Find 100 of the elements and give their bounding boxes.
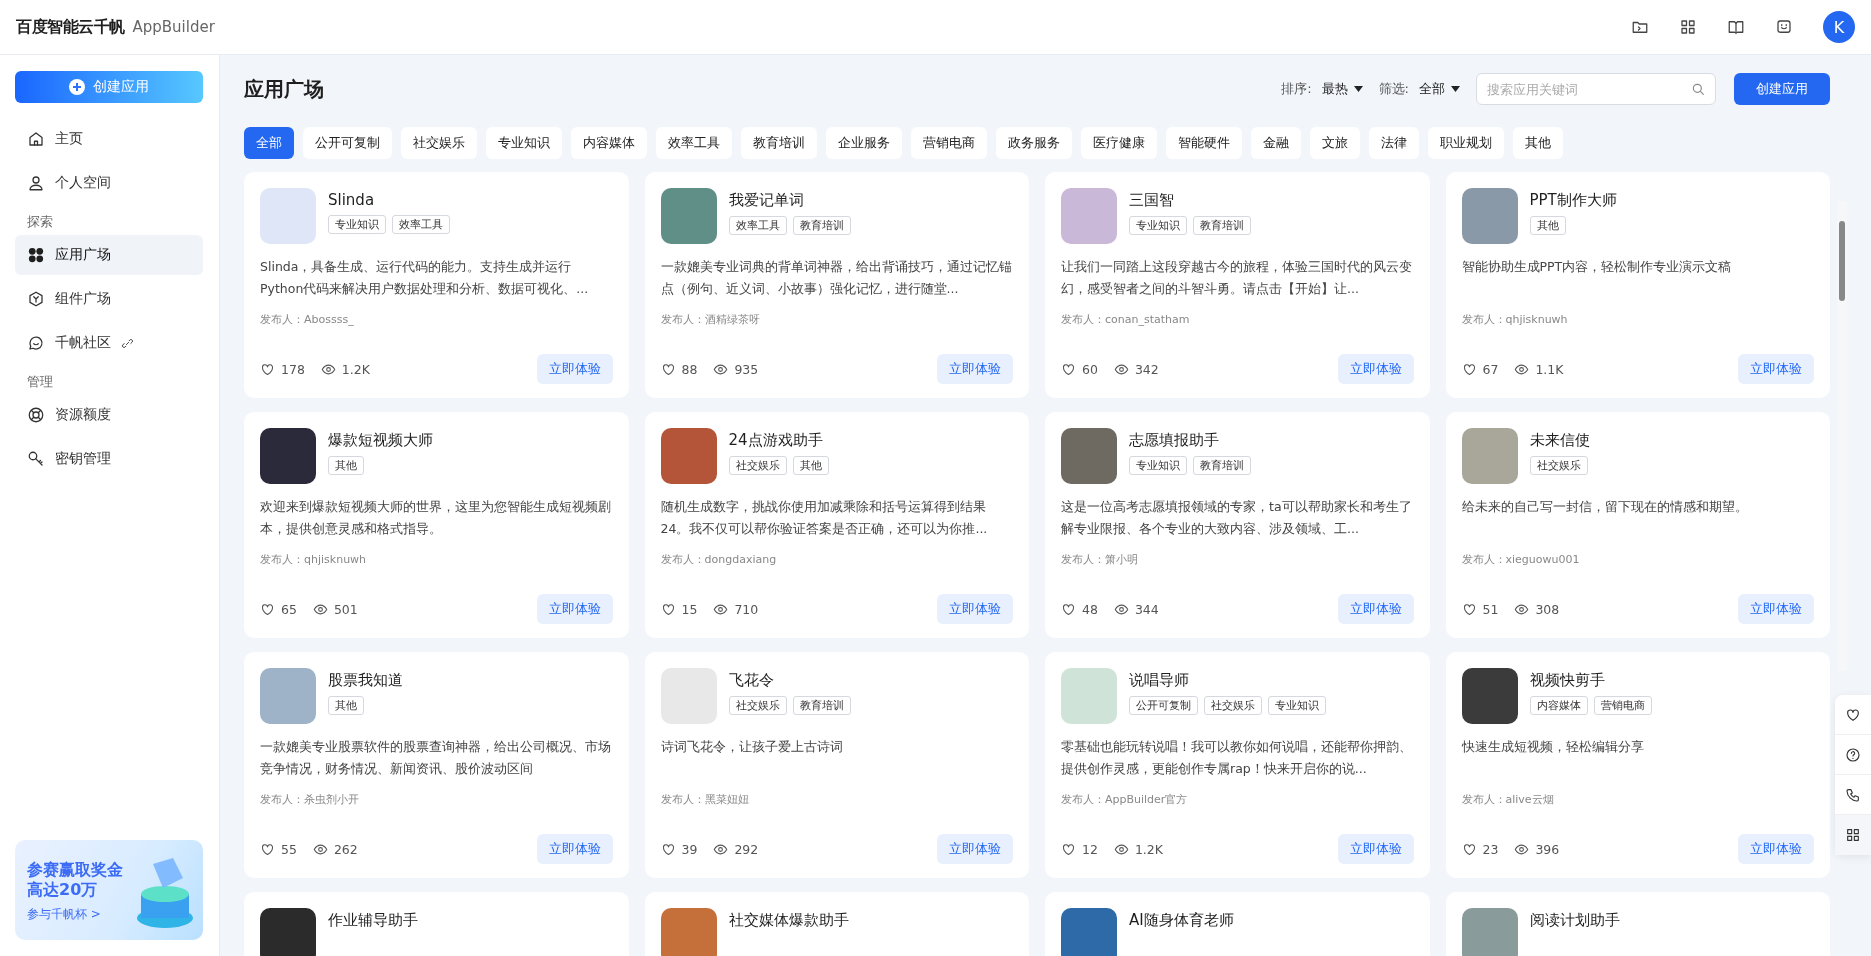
plus-icon bbox=[69, 79, 85, 95]
nav-item[interactable]: 千帆社区 bbox=[15, 323, 203, 363]
nav-item[interactable]: 组件广场 bbox=[15, 279, 203, 319]
app-thumbnail-placeholder bbox=[660, 188, 717, 244]
app-description: 这是一位高考志愿填报领域的专家，ta可以帮助家长和考生了解专业限报、各个专业的大致内容、涉及领域、工... bbox=[1061, 498, 1413, 538]
try-now-button[interactable]: 立即体验 bbox=[937, 354, 1013, 384]
category-tab[interactable]: 专业知识 bbox=[486, 127, 562, 159]
app-description: 智能协助生成PPT内容，轻松制作专业演示文稿 bbox=[1461, 258, 1733, 276]
try-now-button[interactable]: 立即体验 bbox=[1337, 594, 1414, 624]
try-now-button[interactable]: 立即体验 bbox=[1738, 834, 1814, 864]
category-tag: 专业知识 bbox=[1129, 216, 1187, 235]
category-tab[interactable]: 公开可复制 bbox=[303, 127, 392, 159]
app-thumbnail-placeholder bbox=[1061, 188, 1117, 244]
heart-icon bbox=[1061, 361, 1076, 377]
try-now-button[interactable]: 立即体验 bbox=[937, 834, 1013, 864]
category-tab[interactable]: 营销电商 bbox=[911, 127, 987, 159]
app-description: Slinda，具备生成、运行代码的能力。支持生成并运行Python代码来解决用户数据处理和分析、数据可视化、... bbox=[260, 258, 590, 298]
category-tab[interactable]: 其他 bbox=[1513, 127, 1563, 159]
nav-item[interactable]: 资源额度 bbox=[15, 395, 203, 435]
category-tab[interactable]: 法律 bbox=[1369, 127, 1419, 159]
category-tab[interactable]: 金融 bbox=[1251, 127, 1301, 159]
app-thumbnail-placeholder bbox=[260, 668, 316, 724]
search-field[interactable]: 搜索应用关键词 bbox=[1476, 73, 1716, 105]
category-tab[interactable]: 内容媒体 bbox=[571, 127, 647, 159]
lifebuoy-icon bbox=[27, 406, 45, 424]
category-tab[interactable]: 智能硬件 bbox=[1166, 127, 1242, 159]
heart-icon bbox=[1061, 601, 1076, 617]
nav-item[interactable]: 个人空间 bbox=[15, 163, 203, 203]
app-card[interactable]: 社交媒体爆款助手 bbox=[644, 892, 1029, 956]
category-tab[interactable]: 效率工具 bbox=[656, 127, 732, 159]
create-app-button[interactable]: 创建应用 bbox=[1734, 73, 1830, 105]
publisher-text: 发布人：黑菜妞妞 bbox=[660, 792, 750, 807]
like-count: 12 bbox=[1082, 841, 1098, 857]
app-card[interactable]: 视频快剪手 内容媒体 营销电商 快速生成短视频，轻松编辑分享 发布人：alive云烟 23 396 立即体验 bbox=[1445, 652, 1830, 878]
app-title: 社交媒体爆款助手 bbox=[728, 911, 849, 930]
brand-logo[interactable]: 百度智能云千帆 bbox=[16, 16, 125, 38]
category-tab[interactable]: 社交娱乐 bbox=[401, 127, 477, 159]
publisher-text: 发布人：conan_statham bbox=[1061, 312, 1191, 327]
nav-item[interactable]: 密钥管理 bbox=[15, 439, 203, 479]
category-tab[interactable]: 医疗健康 bbox=[1081, 127, 1157, 159]
category-tab[interactable]: 教育培训 bbox=[741, 127, 817, 159]
app-thumbnail-placeholder bbox=[1061, 428, 1117, 484]
scrollbar-thumb[interactable] bbox=[1839, 221, 1845, 301]
try-now-button[interactable]: 立即体验 bbox=[1738, 594, 1814, 624]
nav-item[interactable]: 应用广场 bbox=[15, 235, 203, 275]
publisher-text: 发布人：AppBuilder官方 bbox=[1061, 792, 1189, 807]
app-card[interactable]: 阅读计划助手 bbox=[1445, 892, 1830, 956]
promo-link[interactable]: 参与千帆杯 > bbox=[27, 906, 101, 923]
try-now-button[interactable]: 立即体验 bbox=[1337, 834, 1414, 864]
app-description: 欢迎来到爆款短视频大师的世界，这里为您智能生成短视频剧本，提供创意灵感和格式指导。 bbox=[260, 498, 612, 538]
try-now-button[interactable]: 立即体验 bbox=[536, 354, 613, 384]
promo-headline: 参赛赢取奖金 bbox=[27, 860, 124, 880]
eye-icon bbox=[312, 601, 328, 617]
view-count: 342 bbox=[1134, 361, 1159, 377]
try-now-button[interactable]: 立即体验 bbox=[536, 594, 613, 624]
publisher-text: 发布人：qhjisknuwh bbox=[260, 552, 368, 567]
try-now-button[interactable]: 立即体验 bbox=[536, 834, 613, 864]
book-icon bbox=[1727, 18, 1745, 36]
app-card[interactable]: 未来信使 社交娱乐 给未来的自己写一封信，留下现在的情感和期望。 发布人：xieguowu001 51 308 立即体验 bbox=[1445, 412, 1830, 638]
app-thumbnail-placeholder bbox=[660, 428, 717, 484]
app-card[interactable]: 飞花令 社交娱乐 教育培训 诗词飞花令，让孩子爱上古诗词 发布人：黑菜妞妞 39 292 立即体验 bbox=[644, 652, 1029, 878]
app-card[interactable]: 作业辅导助手 bbox=[244, 892, 629, 956]
try-now-button[interactable]: 立即体验 bbox=[1738, 354, 1814, 384]
help-icon bbox=[1845, 746, 1861, 763]
user-avatar[interactable]: K bbox=[1823, 11, 1855, 43]
category-tab[interactable]: 文旅 bbox=[1310, 127, 1360, 159]
category-tab[interactable]: 全部 bbox=[244, 127, 294, 159]
category-tab[interactable]: 企业服务 bbox=[826, 127, 902, 159]
promo-banner[interactable]: 参赛赢取奖金 高达20万 参与千帆杯 > bbox=[15, 840, 203, 940]
grid-button[interactable] bbox=[1835, 815, 1871, 855]
app-thumbnail-placeholder bbox=[1461, 428, 1518, 484]
category-tag: 公开可复制 bbox=[1129, 696, 1198, 715]
app-card[interactable]: 我爱记单词 效率工具 教育培训 一款媲美专业词典的背单词神器，给出背诵技巧，通过记忆锚点（例句、近义词、小故事）强化记忆，进行随堂... 发布人：酒精绿茶呀 88 935 立即体验 bbox=[644, 172, 1029, 398]
publisher-text: 发布人：qhjisknuwh bbox=[1461, 312, 1569, 327]
app-description: 诗词飞花令，让孩子爱上古诗词 bbox=[660, 738, 844, 756]
nav-item[interactable]: 主页 bbox=[15, 119, 203, 159]
app-thumbnail-placeholder bbox=[1061, 908, 1117, 956]
app-card[interactable]: 志愿填报助手 专业知识 教育培训 这是一位高考志愿填报领域的专家，ta可以帮助家长和考生了解专业限报、各个专业的大致内容、涉及领域、工... 发布人：箫小明 48 344 立即体验 bbox=[1045, 412, 1430, 638]
category-tab[interactable]: 职业规划 bbox=[1428, 127, 1504, 159]
try-now-button[interactable]: 立即体验 bbox=[937, 594, 1013, 624]
view-count: 396 bbox=[1535, 841, 1560, 857]
app-title: 阅读计划助手 bbox=[1529, 911, 1620, 930]
app-card[interactable]: 股票我知道 其他 一款媲美专业股票软件的股票查询神器，给出公司概况、市场竞争情况，财务情况、新闻资讯、股价波动区间 发布人：杀虫剂小开 55 262 立即体验 bbox=[244, 652, 629, 878]
app-card[interactable]: Slinda 专业知识 效率工具 Slinda，具备生成、运行代码的能力。支持生成并运行Python代码来解决用户数据处理和分析、数据可视化、... 发布人：Abossss_ 178 1.2K 立即体验 bbox=[244, 172, 629, 398]
app-card[interactable]: 爆款短视频大师 其他 欢迎来到爆款短视频大师的世界，这里为您智能生成短视频剧本，提供创意灵感和格式指导。 发布人：qhjisknuwh 65 501 立即体验 bbox=[244, 412, 629, 638]
like-count: 178 bbox=[281, 361, 305, 377]
app-card[interactable]: PPT制作大师 其他 智能协助生成PPT内容，轻松制作专业演示文稿 发布人：qhjisknuwh 67 1.1K 立即体验 bbox=[1445, 172, 1830, 398]
sort-label: 排序: bbox=[1281, 80, 1312, 98]
app-card[interactable]: 说唱导师 公开可复制 社交娱乐 专业知识 零基础也能玩转说唱！我可以教你如何说唱，还能帮你押韵、提供创作灵感，更能创作专属rap！快来开启你的说... 发布人：AppBuilder官方 12 1.2K 立即体验 bbox=[1045, 652, 1430, 878]
scrollbar[interactable] bbox=[1837, 201, 1847, 671]
filter-dropdown[interactable]: 全部 bbox=[1419, 80, 1460, 98]
category-tag: 社交娱乐 bbox=[1204, 696, 1262, 715]
app-card[interactable]: AI随身体育老师 bbox=[1045, 892, 1430, 956]
try-now-button[interactable]: 立即体验 bbox=[1337, 354, 1414, 384]
sort-dropdown[interactable]: 最热 bbox=[1321, 80, 1363, 98]
app-card[interactable]: 24点游戏助手 社交娱乐 其他 随机生成数字，挑战你使用加减乘除和括号运算得到结果24。我不仅可以帮你验证答案是否正确，还可以为你推... 发布人：dongdaxiang 15 710 立即体验 bbox=[644, 412, 1029, 638]
app-card[interactable]: 三国智 专业知识 教育培训 让我们一同踏上这段穿越古今的旅程，体验三国时代的风云变幻，感受智者之间的斗智斗勇。请点击【开始】让... 发布人：conan_statham 60 342 立即体验 bbox=[1045, 172, 1430, 398]
category-tab[interactable]: 政务服务 bbox=[996, 127, 1072, 159]
like-count: 60 bbox=[1082, 361, 1098, 377]
app-thumbnail-placeholder bbox=[260, 908, 316, 956]
